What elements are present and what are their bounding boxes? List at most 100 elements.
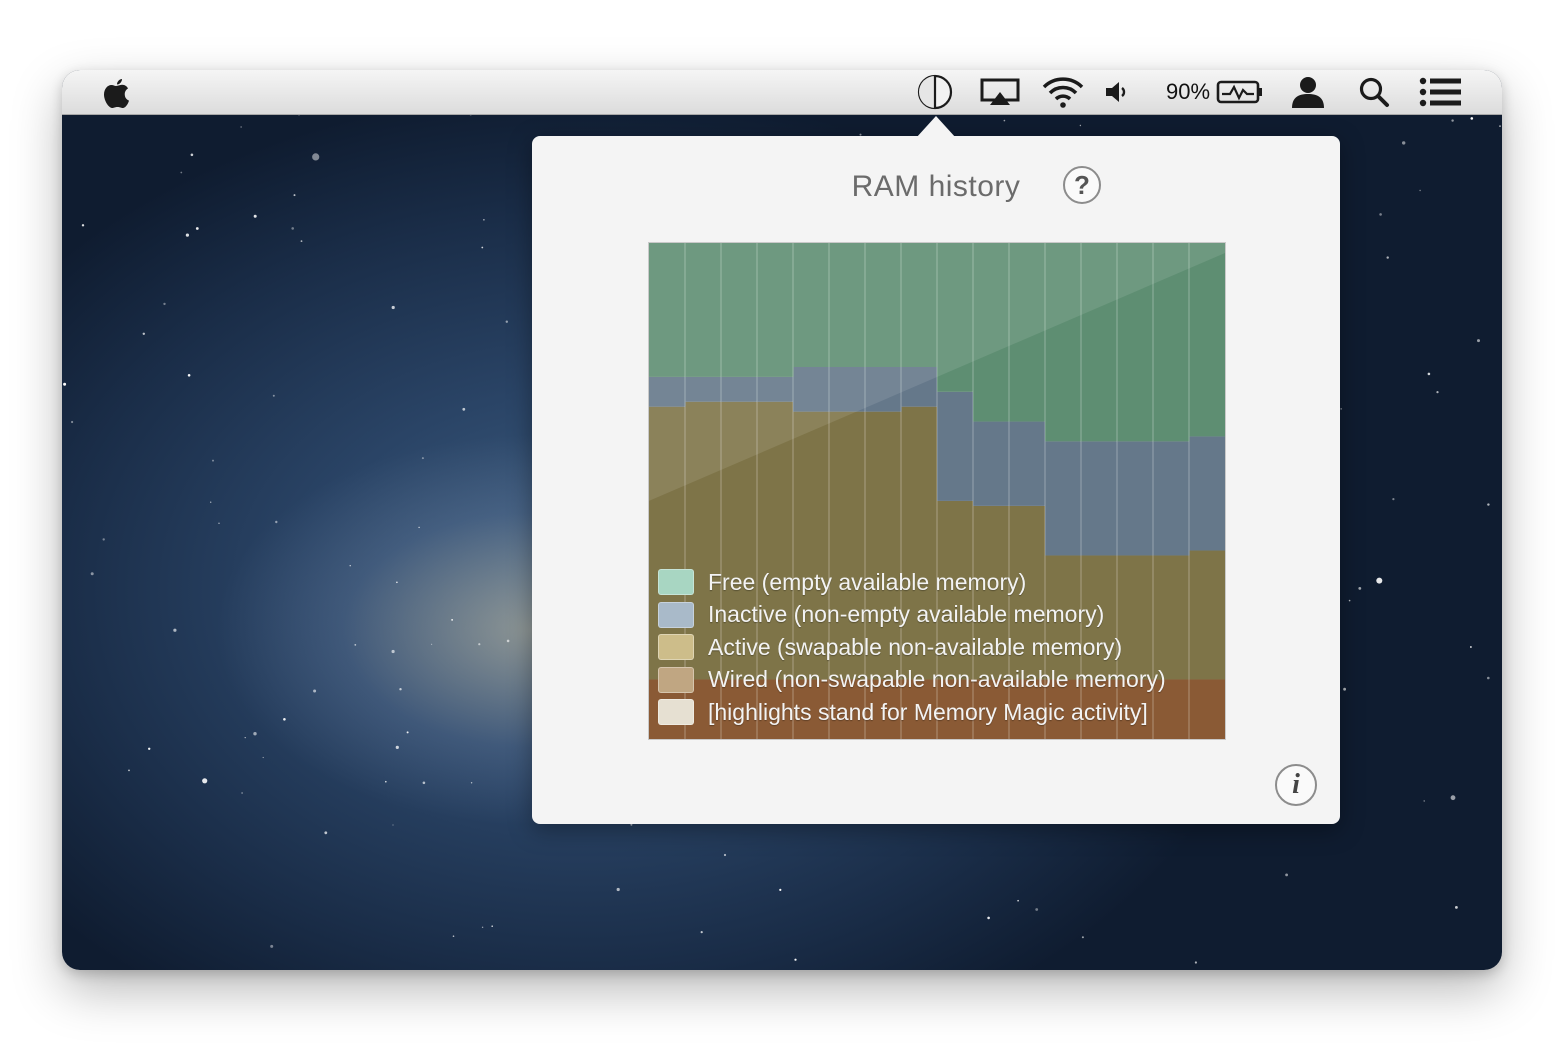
spotlight-search[interactable] [1352,70,1396,114]
bar-segment [973,421,1010,506]
star [185,233,189,237]
battery-menu[interactable] [1214,70,1266,114]
airplay-icon [980,78,1020,105]
star [1455,906,1458,909]
battery-percentage: 90% [1165,79,1211,104]
star [392,824,394,826]
star [1487,503,1490,506]
star [240,126,242,128]
user-menu[interactable] [1286,70,1330,114]
airplay-menu[interactable] [978,70,1022,114]
star [128,769,130,772]
star [272,394,275,397]
chart-legend: Free (empty available memory) Inactive (n… [658,566,1218,729]
star [202,778,208,784]
legend-label: Free (empty available memory) [708,568,1027,595]
star [190,153,194,157]
star [81,224,85,227]
star [173,628,177,632]
star [391,649,395,654]
apple-menu[interactable] [96,70,136,114]
star [1035,908,1039,911]
volume-menu[interactable] [1102,70,1132,114]
star [1392,498,1395,501]
legend-label: Active (swapable non-available memory) [708,633,1123,660]
volume-icon [1106,82,1126,102]
star [385,780,387,783]
star [142,332,145,335]
star [418,526,420,529]
legend-swatch [658,601,694,628]
star [195,227,199,230]
star [391,305,395,310]
star [90,572,94,576]
star [723,853,727,857]
star [478,643,481,646]
notification-list-icon [1419,77,1461,107]
bar-segment [1045,441,1082,556]
bar-segment [1081,441,1118,556]
star [1402,141,1406,145]
bar-segment [1189,243,1225,437]
legend-item: Inactive (non-empty available memory) [658,599,1218,632]
wifi-menu[interactable] [1040,70,1086,114]
star [700,931,703,934]
legend-label: Inactive (non-empty available memory) [708,601,1105,628]
bar-segment [1189,436,1225,551]
legend-label: [highlights stand for Memory Magic activ… [708,698,1148,725]
memory-magic-icon [917,74,953,110]
memory-magic-menu[interactable] [914,70,956,114]
star [987,916,990,920]
apple-logo-icon [104,79,129,108]
star [1358,587,1362,590]
star [275,520,278,524]
star [1376,577,1383,584]
menu-bar: 90% [62,70,1502,115]
notification-center[interactable] [1416,70,1466,114]
star [1340,408,1343,410]
star [1081,936,1084,939]
star [481,926,484,928]
star [1348,599,1351,602]
star [1285,873,1288,877]
battery-icon [1216,80,1262,104]
star [1499,125,1501,127]
star [470,782,473,784]
star [1477,339,1480,343]
star [253,732,257,736]
star [794,958,797,961]
star [148,747,151,750]
star [241,792,244,794]
star [313,689,317,693]
star [63,382,67,386]
star [1003,119,1006,122]
info-button[interactable]: i [1275,764,1317,806]
help-button[interactable]: ? [1063,166,1101,204]
legend-item: Free (empty available memory) [658,566,1218,599]
star [452,935,455,937]
legend-swatch [658,634,694,661]
star [300,240,303,242]
star [312,153,320,161]
star [71,420,74,424]
search-icon [1359,77,1389,107]
star [293,194,296,197]
star [483,219,485,221]
star [1017,899,1019,902]
legend-item: Active (swapable non-available memory) [658,631,1218,664]
wifi-icon [1042,77,1084,108]
star [399,688,402,691]
popover-arrow [916,116,956,138]
star [291,227,294,230]
star [462,407,466,411]
star [1079,124,1082,127]
bar-segment [1117,441,1154,556]
star [491,925,494,927]
legend-label: Wired (non-swapable non-available memory… [708,666,1166,693]
star [481,246,484,249]
star [1343,687,1346,691]
bar-segment [937,391,974,501]
star [779,888,782,892]
legend-swatch [658,699,694,726]
star [262,756,264,759]
